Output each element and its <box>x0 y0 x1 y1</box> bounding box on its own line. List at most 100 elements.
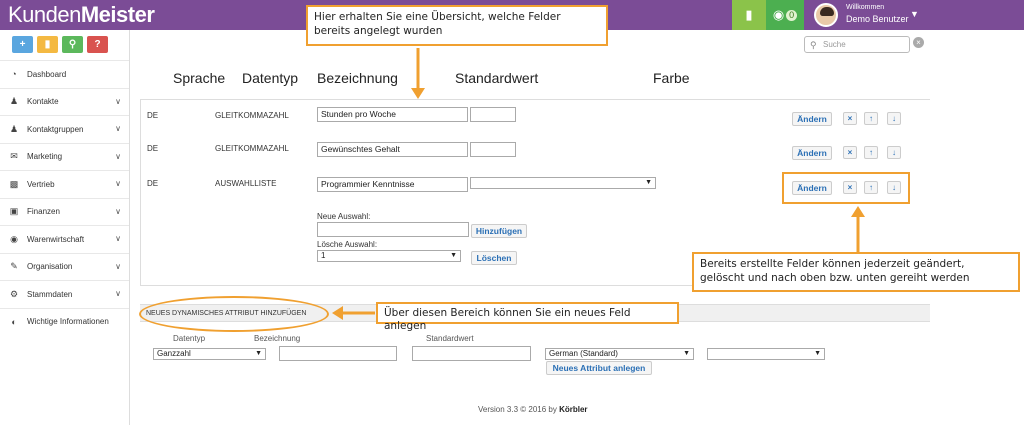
delete-option-select[interactable]: 1 ▼ <box>317 250 461 262</box>
row-language: DE <box>147 144 159 153</box>
sidebar-item-marketing[interactable]: ✉ Marketing ∨ <box>0 142 129 171</box>
welcome-text: Willkommen <box>846 4 885 11</box>
sidebar-item-kontakte[interactable]: ♟ Kontakte ∨ <box>0 87 129 116</box>
caret-down-icon: ▼ <box>450 252 457 259</box>
sidebar-item-stammdaten[interactable]: ⚙ Stammdaten ∨ <box>0 280 129 308</box>
new-option-input[interactable] <box>317 222 469 237</box>
plus-icon: + <box>19 39 26 50</box>
delete-option-button[interactable]: Löschen <box>471 251 517 265</box>
delete-icon[interactable]: × <box>843 112 857 125</box>
change-button[interactable]: Ändern <box>792 112 832 126</box>
chevron-down-icon: ∨ <box>115 151 121 161</box>
chevron-down-icon: ∨ <box>115 206 121 216</box>
new-attr-header-datentyp: Datentyp <box>173 334 206 343</box>
chevron-down-icon: ∨ <box>115 179 121 188</box>
search-button[interactable]: ⚲ <box>62 36 83 53</box>
search-input[interactable]: ⚲ Suche <box>804 36 910 53</box>
callout-edit-fields: Bereits erstellte Felder können jederzei… <box>692 252 1020 292</box>
sidebar-item-wichtige-informationen[interactable]: ◐ Wichtige Informationen <box>0 307 129 336</box>
money-icon: ▣ <box>9 206 19 217</box>
row-datatype: GLEITKOMMAZAHL <box>215 144 289 153</box>
message-count-badge: 0 <box>786 9 798 21</box>
column-header-bezeichnung: Bezeichnung <box>317 70 398 86</box>
column-header-standardwert: Standardwert <box>455 70 539 86</box>
search-icon: ⚲ <box>810 40 817 50</box>
arrow-up-icon[interactable]: ↑ <box>864 146 878 159</box>
highlight-ring <box>139 296 329 332</box>
caret-down-icon: ▼ <box>683 350 690 357</box>
field-name-input[interactable]: Gewünschtes Gehalt <box>317 142 468 157</box>
default-value-select[interactable]: ▼ <box>470 177 656 189</box>
caret-down-icon: ▼ <box>255 350 262 357</box>
row-datatype: AUSWAHLLISTE <box>215 179 277 188</box>
sidebar-nav: ◔ Dashboard ♟ Kontakte ∨ ♟ Kontaktgruppen ∨ ✉… <box>0 60 129 335</box>
arrow-up-icon[interactable]: ↑ <box>864 112 878 125</box>
column-header-datentyp: Datentyp <box>242 70 299 86</box>
users-icon: ♟ <box>9 123 19 134</box>
color-select[interactable]: ▼ <box>707 348 825 360</box>
avatar <box>814 3 838 27</box>
new-name-input[interactable] <box>279 346 397 361</box>
row-language: DE <box>147 111 159 120</box>
chevron-down-icon: ∨ <box>115 261 121 271</box>
sidebar-item-warenwirtschaft[interactable]: ◉ Warenwirtschaft ∨ <box>0 225 129 253</box>
highlight-box <box>782 172 910 204</box>
sidebar-item-organisation[interactable]: ✎ Organisation ∨ <box>0 252 129 281</box>
create-attribute-button[interactable]: Neues Attribut anlegen <box>546 361 652 375</box>
arrow-down-icon[interactable]: ↓ <box>887 112 901 125</box>
field-name-input[interactable]: Stunden pro Woche <box>317 107 468 122</box>
edit-icon: ✎ <box>10 261 18 272</box>
footer: Version 3.3 © 2016 by Körbler <box>478 405 588 414</box>
row-datatype: GLEITKOMMAZAHL <box>215 111 289 120</box>
new-attr-header-bezeichnung: Bezeichnung <box>254 334 301 343</box>
bar-chart-icon: ▩ <box>9 178 19 189</box>
user-name: Demo Benutzer <box>846 14 909 24</box>
info-circle-icon: ◐ <box>11 316 17 327</box>
sidebar: + ▮ ⚲ ? ◔ Dashboard ♟ Kontakte ∨ ♟ Kontaktgr… <box>0 30 130 425</box>
add-button[interactable]: + <box>12 36 33 53</box>
new-attr-header-standardwert: Standardwert <box>426 334 474 343</box>
default-value-input[interactable] <box>470 142 516 157</box>
delete-option-label: Lösche Auswahl: <box>317 240 378 249</box>
chat-button[interactable]: ▮ <box>732 0 766 30</box>
default-value-input[interactable] <box>470 107 516 122</box>
help-button[interactable]: ? <box>87 36 108 53</box>
delete-icon[interactable]: × <box>843 146 857 159</box>
column-header-sprache: Sprache <box>173 70 226 86</box>
field-name-input[interactable]: Programmier Kenntnisse <box>317 177 468 192</box>
callout-new-field: Über diesen Bereich können Sie ein neues… <box>376 302 679 332</box>
datatype-select[interactable]: Ganzzahl ▼ <box>153 348 266 360</box>
sidebar-item-kontaktgruppen[interactable]: ♟ Kontaktgruppen ∨ <box>0 115 129 143</box>
caret-down-icon: ▼ <box>910 9 919 19</box>
cogs-icon: ⚙ <box>9 288 19 299</box>
comment-icon: ◉ <box>772 7 785 22</box>
chat-icon: ▮ <box>745 7 753 22</box>
sidebar-item-finanzen[interactable]: ▣ Finanzen ∨ <box>0 197 129 226</box>
row-language: DE <box>147 179 159 188</box>
user-menu[interactable]: Willkommen Demo Benutzer ▼ <box>808 0 1024 30</box>
comments-icon: ▮ <box>44 39 51 50</box>
change-button[interactable]: Ändern <box>792 146 832 160</box>
app-logo[interactable]: KundenMeister <box>8 2 155 28</box>
question-icon: ? <box>94 39 101 50</box>
quick-actions: + ▮ ⚲ ? <box>12 36 108 53</box>
sidebar-item-vertrieb[interactable]: ▩ Vertrieb ∨ <box>0 170 129 198</box>
chevron-down-icon: ∨ <box>115 234 121 243</box>
new-option-label: Neue Auswahl: <box>317 212 371 221</box>
user-icon: ♟ <box>9 96 19 107</box>
dashboard-icon: ◔ <box>11 69 17 80</box>
comments-button[interactable]: ▮ <box>37 36 58 53</box>
new-default-input[interactable] <box>412 346 531 361</box>
chevron-down-icon: ∨ <box>115 96 121 106</box>
callout-overview: Hier erhalten Sie eine Übersicht, welche… <box>306 5 608 46</box>
sidebar-item-dashboard[interactable]: ◔ Dashboard <box>0 60 129 88</box>
arrow-down-icon[interactable]: ↓ <box>887 146 901 159</box>
clear-search-icon[interactable]: × <box>913 37 924 48</box>
caret-down-icon: ▼ <box>645 179 652 186</box>
messages-button[interactable]: ◉ 0 <box>766 0 804 30</box>
add-option-button[interactable]: Hinzufügen <box>471 224 527 238</box>
chevron-down-icon: ∨ <box>115 289 121 298</box>
language-select[interactable]: German (Standard) ▼ <box>545 348 694 360</box>
column-header-farbe: Farbe <box>653 70 690 86</box>
chevron-down-icon: ∨ <box>115 124 121 133</box>
